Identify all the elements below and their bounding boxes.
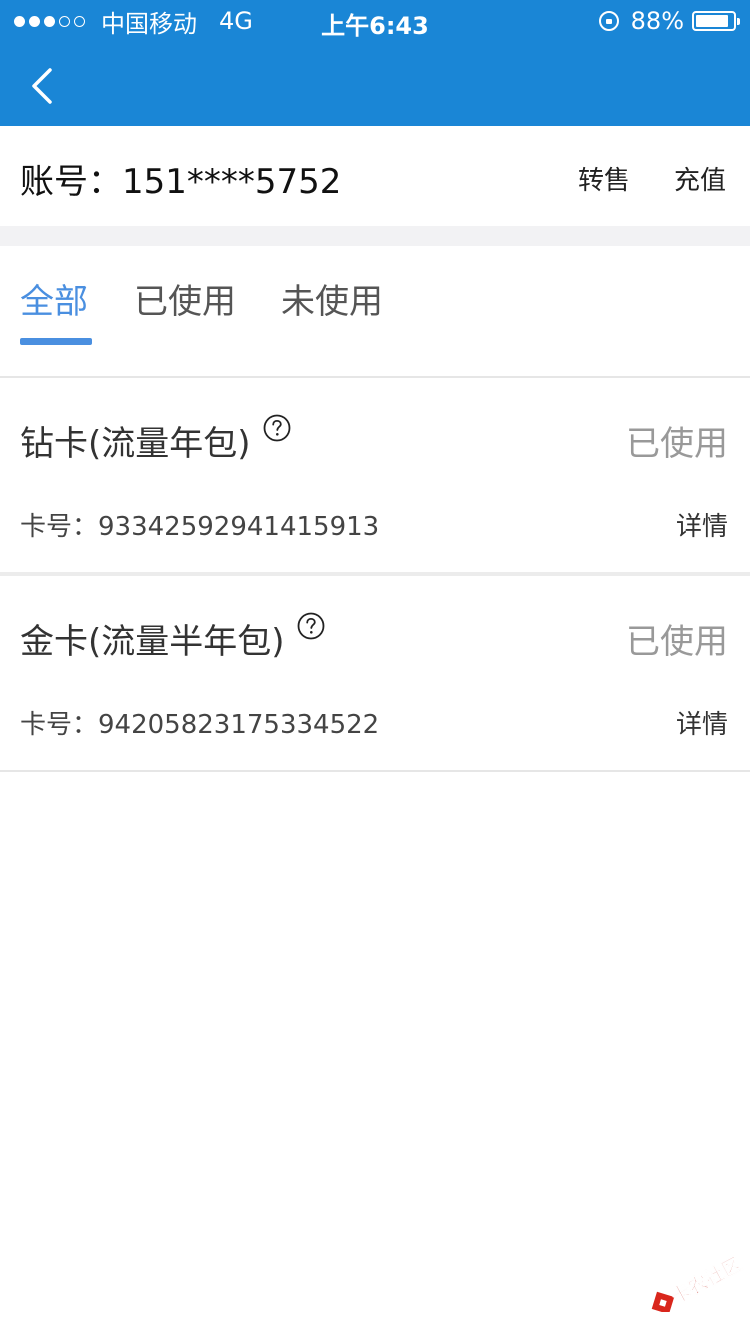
status-bar: 中国移动 4G 上午6:43 88% — [0, 0, 750, 40]
card-number: 卡号：93342592941415913 — [20, 512, 380, 542]
section-gap — [0, 226, 750, 246]
filter-tabs: 全部 已使用 未使用 — [0, 246, 750, 376]
card-status: 已使用 — [626, 424, 728, 464]
transfer-button[interactable]: 转售 — [578, 160, 630, 197]
account-label: 账号：151****5752 — [20, 162, 342, 202]
back-chevron-icon[interactable] — [26, 62, 66, 110]
card-status: 已使用 — [626, 622, 728, 662]
active-tab-indicator — [20, 338, 92, 345]
card-number: 卡号：94205823175334522 — [20, 710, 380, 740]
battery-percent: 88% — [630, 7, 684, 35]
tab-unused[interactable]: 未使用 — [281, 274, 383, 323]
question-icon[interactable] — [263, 414, 291, 442]
tab-used[interactable]: 已使用 — [134, 274, 236, 323]
details-link[interactable]: 详情 — [676, 704, 728, 741]
battery-icon — [692, 11, 740, 31]
divider — [0, 770, 750, 772]
card-name: 金卡(流量半年包) — [20, 622, 285, 662]
card-item: 钻卡(流量年包) 已使用 卡号：93342592941415913 详情 — [0, 378, 750, 572]
svg-text:卡农社区: 卡农社区 — [668, 1252, 746, 1308]
top-bar: 中国移动 4G 上午6:43 88% — [0, 0, 750, 126]
details-link[interactable]: 详情 — [676, 506, 728, 543]
card-name: 钻卡(流量年包) — [20, 424, 251, 464]
orientation-lock-icon — [598, 11, 619, 31]
question-icon[interactable] — [297, 612, 325, 640]
tab-all[interactable]: 全部 — [20, 274, 88, 323]
recharge-button[interactable]: 充值 — [674, 160, 726, 197]
account-row: 账号：151****5752 转售 充值 — [0, 126, 750, 226]
watermark-logo: 卡农社区 — [651, 1252, 746, 1312]
card-item: 金卡(流量半年包) 已使用 卡号：94205823175334522 详情 — [0, 576, 750, 770]
